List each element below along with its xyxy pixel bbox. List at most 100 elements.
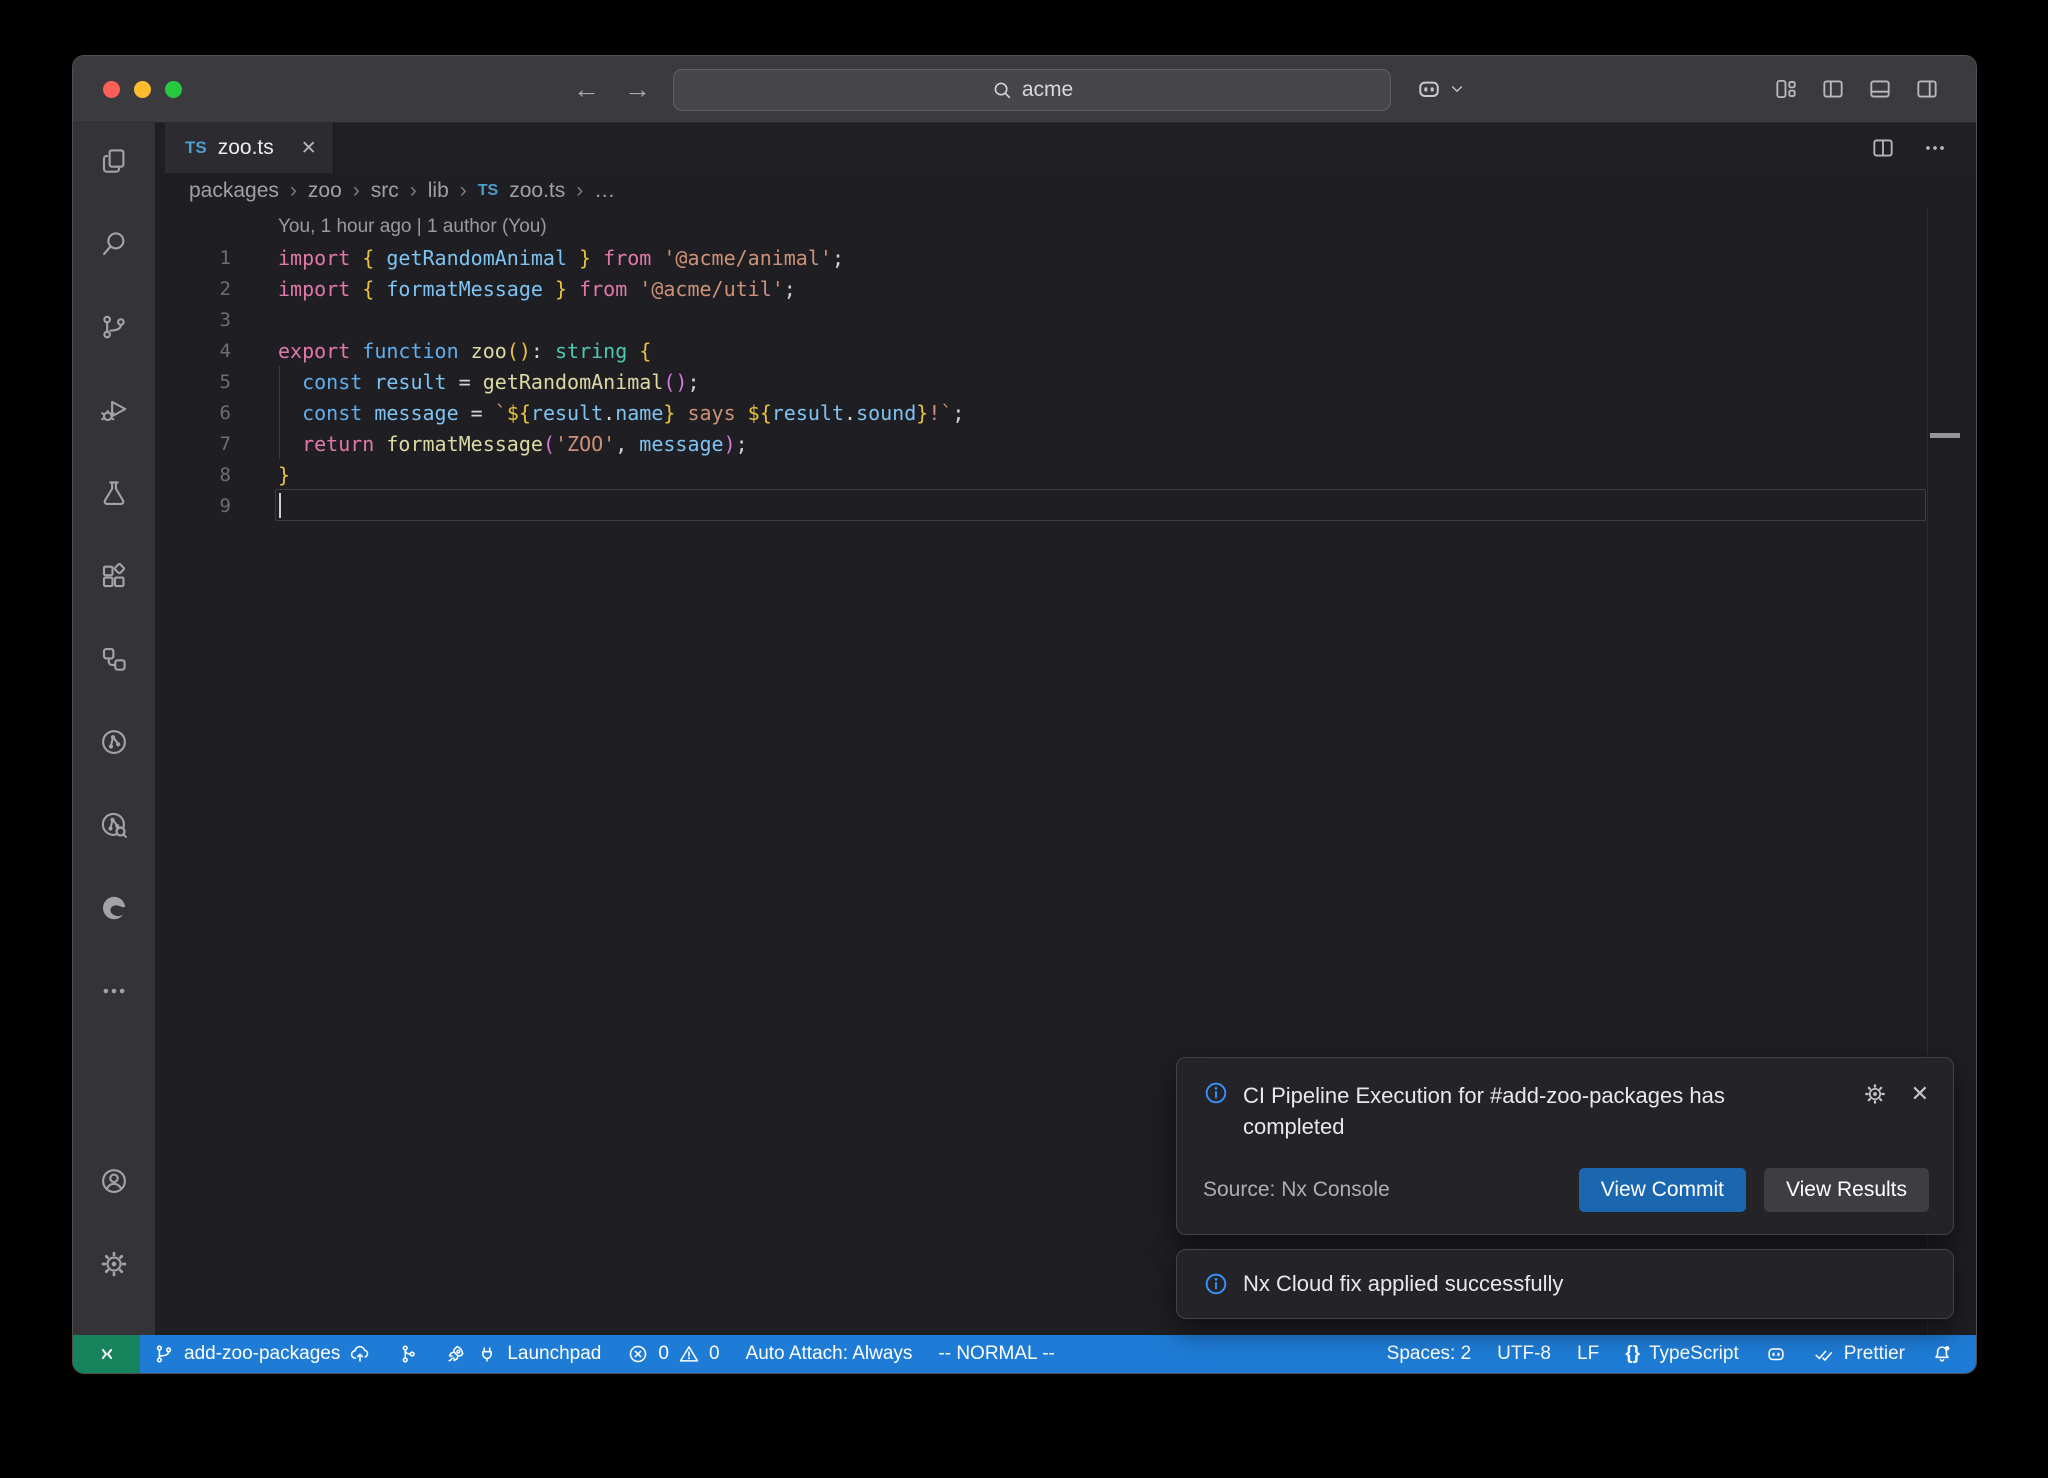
back-arrow-icon[interactable]: ← xyxy=(573,74,600,105)
code-line-8: 8} xyxy=(155,459,1976,490)
editor-actions xyxy=(1870,123,1976,173)
line-number: 8 xyxy=(155,464,231,486)
code-text: export function zoo(): string { xyxy=(231,339,651,363)
settings-gear-icon xyxy=(99,1249,129,1279)
copilot-menu[interactable] xyxy=(1415,56,1466,122)
copilot-icon xyxy=(1765,1343,1787,1365)
source-control-icon xyxy=(99,312,129,342)
overview-ruler-mark xyxy=(1930,433,1960,438)
rocket-icon xyxy=(445,1343,467,1365)
notification-message: CI Pipeline Execution for #add-zoo-packa… xyxy=(1243,1080,1783,1142)
gitlens-blame-annotation: You, 1 hour ago | 1 author (You) xyxy=(278,216,547,238)
toggle-secondary-sidebar-icon[interactable] xyxy=(1914,76,1940,102)
status-copilot-status[interactable] xyxy=(1752,1335,1800,1373)
status-git-graph[interactable] xyxy=(384,1335,432,1373)
line-number: 2 xyxy=(155,278,231,300)
breadcrumb-item-file[interactable]: zoo.ts xyxy=(509,179,565,203)
status-label: Spaces: 2 xyxy=(1387,1343,1472,1365)
code-line-4: 4export function zoo(): string { xyxy=(155,335,1976,366)
status-bar: add-zoo-packagesLaunchpad00Auto Attach: … xyxy=(73,1335,1976,1373)
status-git-branch[interactable]: add-zoo-packages xyxy=(140,1335,384,1373)
activity-item-testing[interactable] xyxy=(86,465,142,521)
activity-item-settings-gear[interactable] xyxy=(86,1236,142,1292)
code-line-3: 3 xyxy=(155,304,1976,335)
nx-console-icon xyxy=(99,727,129,757)
status-label: 0 xyxy=(658,1343,669,1365)
code-line-1: 1import { getRandomAnimal } from '@acme/… xyxy=(155,242,1976,273)
activity-item-extensions[interactable] xyxy=(86,548,142,604)
activity-bar xyxy=(73,123,155,1335)
breadcrumb-item-packages[interactable]: packages xyxy=(189,179,279,203)
activity-item-explorer[interactable] xyxy=(86,133,142,189)
activity-item-source-control[interactable] xyxy=(86,299,142,355)
plug-icon xyxy=(476,1343,498,1365)
close-window-button[interactable] xyxy=(103,81,120,98)
activity-item-search[interactable] xyxy=(86,216,142,272)
typescript-file-icon: TS xyxy=(478,182,498,200)
line-number: 6 xyxy=(155,402,231,424)
activity-bar-bottom xyxy=(86,1153,142,1319)
layout-controls xyxy=(1773,56,1940,122)
breadcrumb-item-zoo[interactable]: zoo xyxy=(308,179,342,203)
status-vim-mode[interactable]: -- NORMAL -- xyxy=(925,1335,1067,1373)
edge-browser-icon xyxy=(99,893,129,923)
notification-close-icon[interactable]: ✕ xyxy=(1911,1083,1929,1105)
more-actions-icon[interactable] xyxy=(1922,135,1948,161)
line-number: 3 xyxy=(155,309,231,331)
status-remote-indicator[interactable] xyxy=(73,1335,140,1373)
status-label: TypeScript xyxy=(1649,1343,1739,1365)
activity-item-edge-browser[interactable] xyxy=(86,880,142,936)
status-label: Launchpad xyxy=(507,1343,601,1365)
status-formatter[interactable]: Prettier xyxy=(1800,1335,1918,1373)
minimize-window-button[interactable] xyxy=(134,81,151,98)
view-commit-button[interactable]: View Commit xyxy=(1579,1168,1746,1212)
status-auto-attach[interactable]: Auto Attach: Always xyxy=(733,1335,926,1373)
activity-item-account[interactable] xyxy=(86,1153,142,1209)
status-eol[interactable]: LF xyxy=(1564,1335,1612,1373)
status-launchpad[interactable]: Launchpad xyxy=(432,1335,614,1373)
breadcrumb-separator: › xyxy=(410,179,417,203)
breadcrumb: packages›zoo›src›lib›TSzoo.ts›… xyxy=(155,173,1976,209)
magnifier-icon xyxy=(991,79,1013,101)
breadcrumb-trailing[interactable]: … xyxy=(594,179,615,203)
toggle-primary-sidebar-icon[interactable] xyxy=(1820,76,1846,102)
forward-arrow-icon[interactable]: → xyxy=(624,74,651,105)
status-language[interactable]: {}TypeScript xyxy=(1612,1335,1752,1373)
error-icon xyxy=(627,1343,649,1365)
remote-icon xyxy=(96,1343,118,1365)
info-icon xyxy=(1203,1271,1229,1297)
close-tab-icon[interactable]: ✕ xyxy=(301,137,317,160)
tab-zoo-ts[interactable]: TS zoo.ts ✕ xyxy=(165,123,334,173)
toggle-panel-icon[interactable] xyxy=(1867,76,1893,102)
status-problems[interactable]: 00 xyxy=(614,1335,732,1373)
split-editor-icon[interactable] xyxy=(1870,135,1896,161)
notification-center: CI Pipeline Execution for #add-zoo-packa… xyxy=(1176,1057,1954,1319)
copilot-icon xyxy=(1415,75,1443,103)
activity-item-nx-cloud[interactable] xyxy=(86,797,142,853)
code-text: const result = getRandomAnimal(); xyxy=(231,370,700,394)
activity-item-nx-console[interactable] xyxy=(86,714,142,770)
breadcrumb-item-src[interactable]: src xyxy=(371,179,399,203)
activity-item-linked-squares[interactable] xyxy=(86,631,142,687)
status-encoding[interactable]: UTF-8 xyxy=(1484,1335,1564,1373)
bell-dot-icon xyxy=(1931,1343,1953,1365)
status-notifications-bell[interactable] xyxy=(1918,1335,1966,1373)
notification-settings-gear-icon[interactable] xyxy=(1863,1082,1887,1106)
code-text: return formatMessage('ZOO', message); xyxy=(231,432,748,456)
line-number: 4 xyxy=(155,340,231,362)
command-center-search[interactable]: acme xyxy=(673,69,1391,111)
code-text: const message = `${result.name} says ${r… xyxy=(231,401,964,425)
activity-item-more[interactable] xyxy=(86,963,142,1019)
view-results-button[interactable]: View Results xyxy=(1764,1168,1929,1212)
status-indentation[interactable]: Spaces: 2 xyxy=(1374,1335,1485,1373)
line-number: 7 xyxy=(155,433,231,455)
status-label: 0 xyxy=(709,1343,720,1365)
activity-item-run-debug[interactable] xyxy=(86,382,142,438)
customize-layout-icon[interactable] xyxy=(1773,76,1799,102)
breadcrumb-separator: › xyxy=(460,179,467,203)
vscode-window: ← → acme TS zoo.ts xyxy=(72,55,1977,1374)
zoom-window-button[interactable] xyxy=(165,81,182,98)
nx-cloud-icon xyxy=(99,810,129,840)
tab-bar: TS zoo.ts ✕ xyxy=(155,123,1976,173)
breadcrumb-item-lib[interactable]: lib xyxy=(428,179,449,203)
